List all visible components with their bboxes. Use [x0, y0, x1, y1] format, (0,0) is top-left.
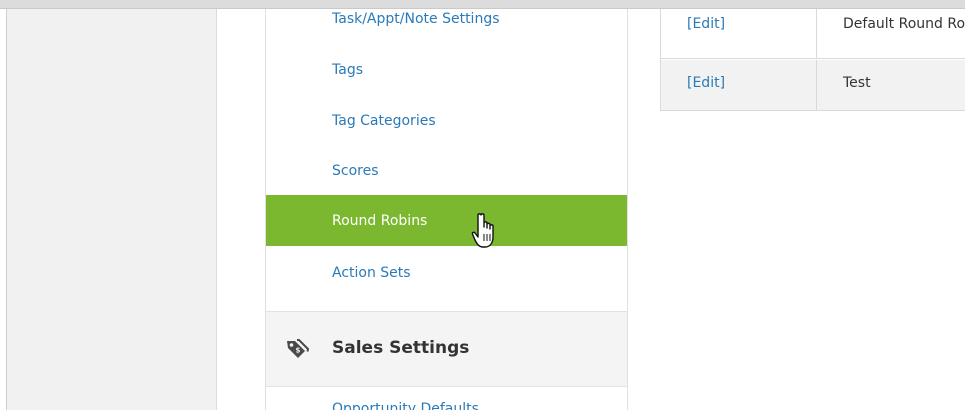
left-column	[7, 9, 217, 410]
edit-link[interactable]: [Edit]	[687, 16, 725, 32]
section-label: Sales Settings	[332, 338, 470, 358]
hand-pointer-cursor-icon	[471, 213, 494, 248]
round-robin-name: Test	[843, 75, 871, 91]
sidebar-item-tag-categories[interactable]: Tag Categories	[266, 95, 627, 146]
table-row: [Edit] Test	[661, 60, 965, 110]
sidebar-item-label: Tags	[332, 61, 363, 78]
tags-icon: $	[287, 339, 310, 358]
sidebar-item-label: Round Robins	[332, 212, 428, 229]
sidebar-item-scores[interactable]: Scores	[266, 145, 627, 196]
round-robin-table: [Edit] Default Round Robin [Edit] Test	[660, 9, 965, 111]
settings-sidebar: Task/Appt/Note Settings Tags Tag Categor…	[265, 9, 628, 410]
cell-divider	[816, 9, 817, 58]
screenshot-frame: Task/Appt/Note Settings Tags Tag Categor…	[0, 0, 965, 410]
sidebar-item-action-sets[interactable]: Action Sets	[266, 247, 627, 298]
sidebar-item-label: Tag Categories	[332, 112, 436, 129]
table-row: [Edit] Default Round Robin	[661, 9, 965, 59]
section-header-sales-settings[interactable]: $ Sales Settings	[266, 311, 627, 387]
sidebar-item-label: Task/Appt/Note Settings	[332, 10, 500, 27]
cell-divider	[816, 60, 817, 110]
round-robin-name: Default Round Robin	[843, 16, 965, 32]
sidebar-item-label: Action Sets	[332, 264, 411, 281]
sidebar-item-tags[interactable]: Tags	[266, 44, 627, 95]
sidebar-item-opportunity-defaults[interactable]: Opportunity Defaults	[332, 401, 479, 410]
svg-text:$: $	[296, 347, 301, 355]
sidebar-item-task-appt-note-settings[interactable]: Task/Appt/Note Settings	[266, 0, 627, 44]
edit-link[interactable]: [Edit]	[687, 75, 725, 91]
sidebar-item-label: Scores	[332, 162, 379, 179]
sidebar-item-round-robins[interactable]: Round Robins	[266, 195, 627, 246]
